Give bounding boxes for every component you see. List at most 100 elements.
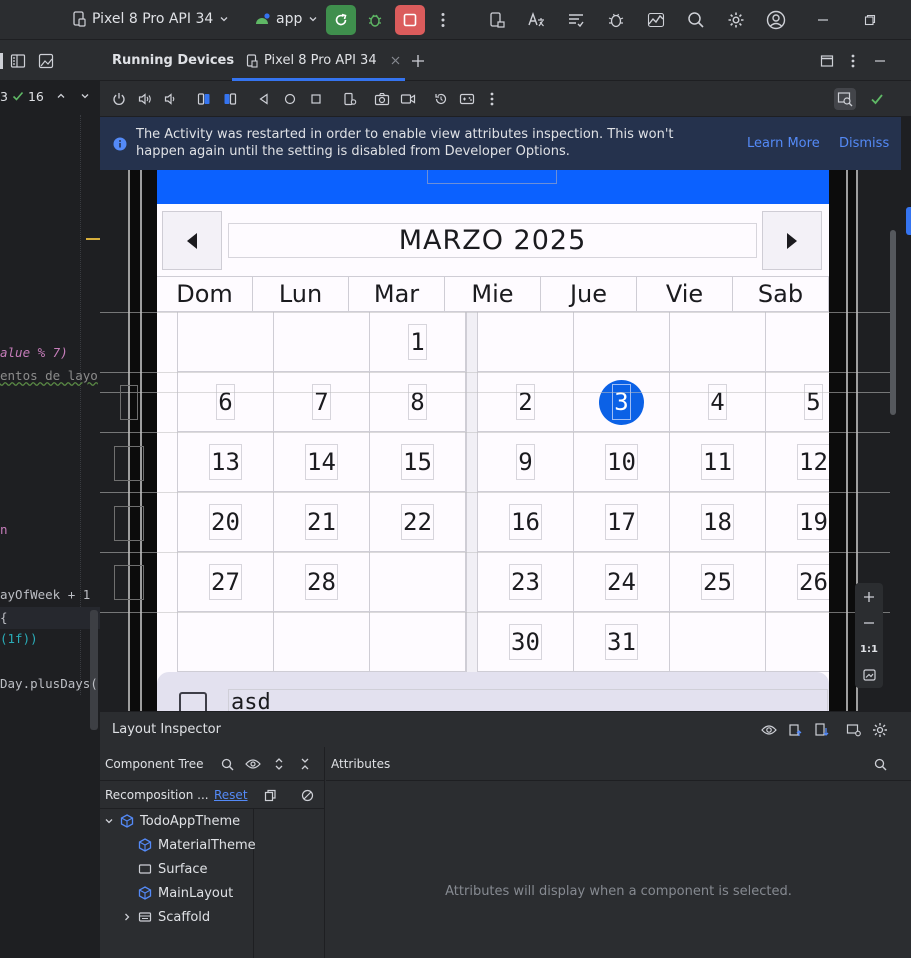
day-cell[interactable]: 28: [274, 552, 370, 612]
day-cell[interactable]: [370, 552, 466, 612]
translations-button[interactable]: [525, 9, 547, 31]
dismiss-link[interactable]: Dismiss: [839, 135, 889, 152]
day-cell[interactable]: 3: [574, 372, 670, 432]
day-cell[interactable]: [478, 312, 574, 372]
volume-up-button[interactable]: [136, 90, 154, 108]
day-cell[interactable]: 21: [274, 492, 370, 552]
minimize-window-button[interactable]: [812, 9, 834, 31]
device-selector[interactable]: Pixel 8 Pro API 34: [72, 11, 229, 27]
split-editor-button[interactable]: [8, 51, 28, 71]
tab-device[interactable]: Pixel 8 Pro API 34: [232, 40, 405, 81]
tree-node-scaffold[interactable]: Scaffold: [122, 905, 210, 929]
day-cell[interactable]: [766, 612, 829, 672]
zoom-fit-button[interactable]: [857, 663, 881, 687]
hide-panel-button[interactable]: [870, 51, 890, 71]
previous-month-button[interactable]: [162, 211, 222, 270]
day-cell[interactable]: [670, 612, 766, 672]
more-actions-button[interactable]: [434, 9, 452, 31]
zoom-actual-size-button[interactable]: 1:1: [857, 637, 881, 661]
device-inspect-button[interactable]: [845, 721, 863, 739]
search-button[interactable]: [685, 9, 707, 31]
app-inspection-button[interactable]: [605, 9, 627, 31]
day-cell[interactable]: [274, 612, 370, 672]
expand-all-button[interactable]: [270, 755, 288, 773]
reset-link[interactable]: Reset: [214, 788, 248, 802]
day-cell[interactable]: [670, 312, 766, 372]
add-device-tab-button[interactable]: [408, 51, 428, 71]
export-snapshot-button[interactable]: [787, 721, 805, 739]
extended-controls-button[interactable]: [458, 90, 476, 108]
account-button[interactable]: [764, 8, 788, 32]
settings-button[interactable]: [725, 9, 747, 31]
day-cell[interactable]: 19: [766, 492, 829, 552]
run-config-selector[interactable]: app: [254, 11, 318, 27]
maximize-panel-button[interactable]: [817, 51, 837, 71]
tree-node-mainlayout[interactable]: MainLayout: [138, 881, 233, 905]
rotate-right-button[interactable]: [221, 90, 239, 108]
chevron-down-icon[interactable]: [80, 91, 90, 101]
day-cell[interactable]: 1: [370, 312, 466, 372]
restore-window-button[interactable]: [859, 9, 881, 31]
code-editor[interactable]: 3 16 alue % 7) entos de layo n ayOfWeek …: [0, 40, 100, 958]
tree-node-materialtheme[interactable]: MaterialTheme: [138, 833, 256, 857]
reset-snapshot-button[interactable]: [432, 90, 450, 108]
tree-visibility-button[interactable]: [243, 755, 263, 773]
logcat-button[interactable]: [565, 9, 587, 31]
view-options-button[interactable]: [760, 721, 778, 739]
day-cell[interactable]: [274, 312, 370, 372]
day-cell[interactable]: 10: [574, 432, 670, 492]
device-manager-button[interactable]: [486, 9, 508, 31]
sync-status-button[interactable]: [868, 90, 886, 108]
day-cell[interactable]: 7: [274, 372, 370, 432]
task-checkbox[interactable]: [179, 692, 207, 711]
day-cell[interactable]: 22: [370, 492, 466, 552]
day-cell[interactable]: 4: [670, 372, 766, 432]
day-cell[interactable]: 30: [478, 612, 574, 672]
inspector-settings-button[interactable]: [871, 721, 889, 739]
day-cell[interactable]: 20: [178, 492, 274, 552]
chevron-up-icon[interactable]: [56, 91, 66, 101]
day-cell[interactable]: 25: [670, 552, 766, 612]
rotate-left-button[interactable]: [195, 90, 213, 108]
day-cell[interactable]: [574, 312, 670, 372]
panel-options-button[interactable]: [845, 51, 861, 71]
day-cell[interactable]: 31: [574, 612, 670, 672]
fold-button[interactable]: [341, 90, 359, 108]
day-cell[interactable]: 13: [178, 432, 274, 492]
attributes-search-button[interactable]: [871, 755, 889, 773]
day-cell[interactable]: 15: [370, 432, 466, 492]
tree-node-surface[interactable]: Surface: [138, 857, 208, 881]
day-cell[interactable]: 6: [178, 372, 274, 432]
day-cell[interactable]: [370, 612, 466, 672]
day-cell[interactable]: 27: [178, 552, 274, 612]
tree-node-todoapptheme[interactable]: TodoAppTheme: [104, 809, 240, 833]
rerun-button[interactable]: [326, 5, 356, 35]
day-cell[interactable]: 23: [478, 552, 574, 612]
disable-highlight-button[interactable]: [298, 786, 316, 804]
day-cell[interactable]: 8: [370, 372, 466, 432]
day-cell[interactable]: 17: [574, 492, 670, 552]
close-icon[interactable]: [391, 56, 400, 65]
day-cell[interactable]: 5: [766, 372, 829, 432]
zoom-out-button[interactable]: [857, 611, 881, 635]
design-view-button[interactable]: [36, 51, 56, 71]
home-button[interactable]: [281, 90, 299, 108]
profiler-button[interactable]: [645, 9, 667, 31]
day-cell[interactable]: 24: [574, 552, 670, 612]
day-cell[interactable]: [178, 312, 274, 372]
tree-search-button[interactable]: [218, 755, 236, 773]
volume-down-button[interactable]: [161, 90, 179, 108]
zoom-in-button[interactable]: [857, 585, 881, 609]
device-scrollbar[interactable]: [890, 230, 896, 415]
day-cell[interactable]: 2: [478, 372, 574, 432]
screenshot-button[interactable]: [373, 90, 391, 108]
editor-scrollbar[interactable]: [90, 610, 98, 730]
inspection-badges[interactable]: 3 16: [0, 87, 90, 105]
day-cell[interactable]: 16: [478, 492, 574, 552]
day-cell[interactable]: 11: [670, 432, 766, 492]
record-screen-button[interactable]: [399, 90, 417, 108]
debug-button[interactable]: [364, 9, 386, 31]
day-cell[interactable]: 18: [670, 492, 766, 552]
overview-button[interactable]: [307, 90, 325, 108]
copy-recomposition-button[interactable]: [261, 786, 279, 804]
